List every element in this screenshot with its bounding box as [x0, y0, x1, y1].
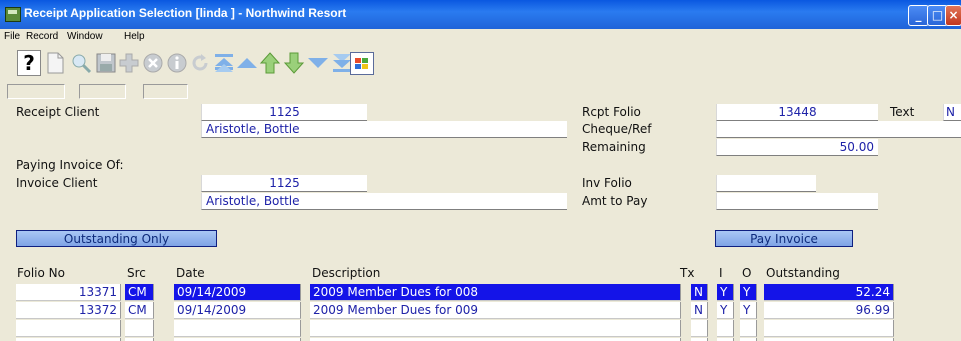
col-header-src: Src	[127, 266, 146, 280]
i-cell[interactable]: Y	[717, 302, 734, 319]
invoice-client-label: Invoice Client	[16, 176, 98, 190]
undo-icon[interactable]	[187, 50, 212, 75]
save-icon[interactable]	[93, 50, 118, 75]
i-cell[interactable]	[717, 320, 734, 337]
cheque-ref-label: Cheque/Ref	[582, 122, 652, 136]
description-cell[interactable]	[310, 320, 681, 337]
col-header-tx: Tx	[680, 266, 695, 280]
window-title: Receipt Application Selection [linda ] -…	[24, 6, 347, 20]
col-header-folio: Folio No	[17, 266, 65, 280]
help-icon[interactable]: ?	[17, 50, 41, 76]
receipt-client-label: Receipt Client	[16, 105, 100, 119]
remaining-field: 50.00	[716, 139, 878, 156]
paying-invoice-of-label: Paying Invoice Of:	[16, 158, 124, 172]
previous-page-icon[interactable]	[234, 50, 259, 75]
folio-cell[interactable]: 13371	[16, 284, 121, 301]
status-field-2	[79, 84, 126, 99]
new-record-icon[interactable]	[42, 50, 67, 75]
amt-to-pay-field[interactable]	[716, 193, 878, 210]
invoice-client-name-field[interactable]: Aristotle, Bottle	[201, 193, 567, 210]
description-cell[interactable]: 2009 Member Dues for 009	[310, 302, 681, 319]
menu-help[interactable]: Help	[124, 31, 145, 42]
folio-cell[interactable]: 13372	[16, 302, 121, 319]
outstanding-only-button[interactable]: Outstanding Only	[16, 230, 217, 247]
inv-folio-field[interactable]	[716, 175, 816, 192]
add-icon[interactable]	[116, 50, 141, 75]
title-bar[interactable]: Receipt Application Selection [linda ] -…	[0, 0, 961, 29]
invoice-client-id-field[interactable]: 1125	[201, 175, 367, 192]
menu-window[interactable]: Window	[67, 31, 103, 42]
amt-to-pay-label: Amt to Pay	[582, 194, 648, 208]
menu-bar: File Record Window Help	[0, 29, 961, 45]
folio-cell[interactable]	[16, 320, 121, 337]
delete-icon[interactable]	[140, 50, 165, 75]
col-header-date: Date	[176, 266, 205, 280]
next-page-icon[interactable]	[305, 50, 330, 75]
menu-record[interactable]: Record	[26, 31, 58, 42]
receipt-client-id-field[interactable]: 1125	[201, 104, 367, 121]
search-icon[interactable]	[68, 50, 93, 75]
rcpt-folio-label: Rcpt Folio	[582, 105, 641, 119]
date-cell[interactable]: 09/14/2009	[174, 284, 301, 301]
outstanding-cell[interactable]	[764, 320, 894, 337]
text-flag-field[interactable]: N	[943, 104, 961, 121]
menu-file[interactable]: File	[4, 31, 20, 42]
info-icon[interactable]	[164, 50, 189, 75]
src-cell[interactable]: CM	[125, 302, 154, 319]
cheque-ref-field[interactable]	[716, 121, 961, 138]
src-cell[interactable]: CM	[125, 284, 154, 301]
toolbar: ?	[0, 45, 961, 85]
next-record-icon[interactable]	[281, 50, 306, 75]
tx-cell[interactable]	[691, 320, 708, 337]
tx-cell[interactable]: N	[691, 284, 708, 301]
date-cell[interactable]	[174, 320, 301, 337]
outstanding-cell[interactable]: 96.99	[764, 302, 894, 319]
date-cell[interactable]: 09/14/2009	[174, 302, 301, 319]
o-cell[interactable]	[740, 320, 757, 337]
o-cell[interactable]: Y	[740, 302, 757, 319]
i-cell[interactable]: Y	[717, 284, 734, 301]
pay-invoice-button[interactable]: Pay Invoice	[715, 230, 853, 247]
col-header-o: O	[742, 266, 752, 280]
col-header-outstanding: Outstanding	[766, 266, 840, 280]
description-cell[interactable]: 2009 Member Dues for 008	[310, 284, 681, 301]
outstanding-cell[interactable]: 52.24	[764, 284, 894, 301]
text-label: Text	[890, 105, 915, 119]
previous-record-icon[interactable]	[257, 50, 282, 75]
rcpt-folio-field[interactable]: 13448	[716, 104, 878, 121]
src-cell[interactable]	[125, 320, 154, 337]
app-window: Receipt Application Selection [linda ] -…	[0, 0, 961, 341]
inv-folio-label: Inv Folio	[582, 176, 632, 190]
app-icon	[5, 7, 21, 22]
status-field-3	[143, 84, 188, 99]
close-icon[interactable]: ×	[945, 5, 961, 26]
o-cell[interactable]: Y	[740, 284, 757, 301]
col-header-i: I	[719, 266, 723, 280]
windows-icon[interactable]	[350, 52, 374, 75]
tx-cell[interactable]: N	[691, 302, 708, 319]
status-field-1	[7, 84, 65, 99]
col-header-description: Description	[312, 266, 381, 280]
first-record-icon[interactable]	[211, 50, 236, 75]
minimize-icon[interactable]: _	[908, 5, 929, 26]
receipt-client-name-field[interactable]: Aristotle, Bottle	[201, 121, 567, 138]
remaining-label: Remaining	[582, 140, 646, 154]
